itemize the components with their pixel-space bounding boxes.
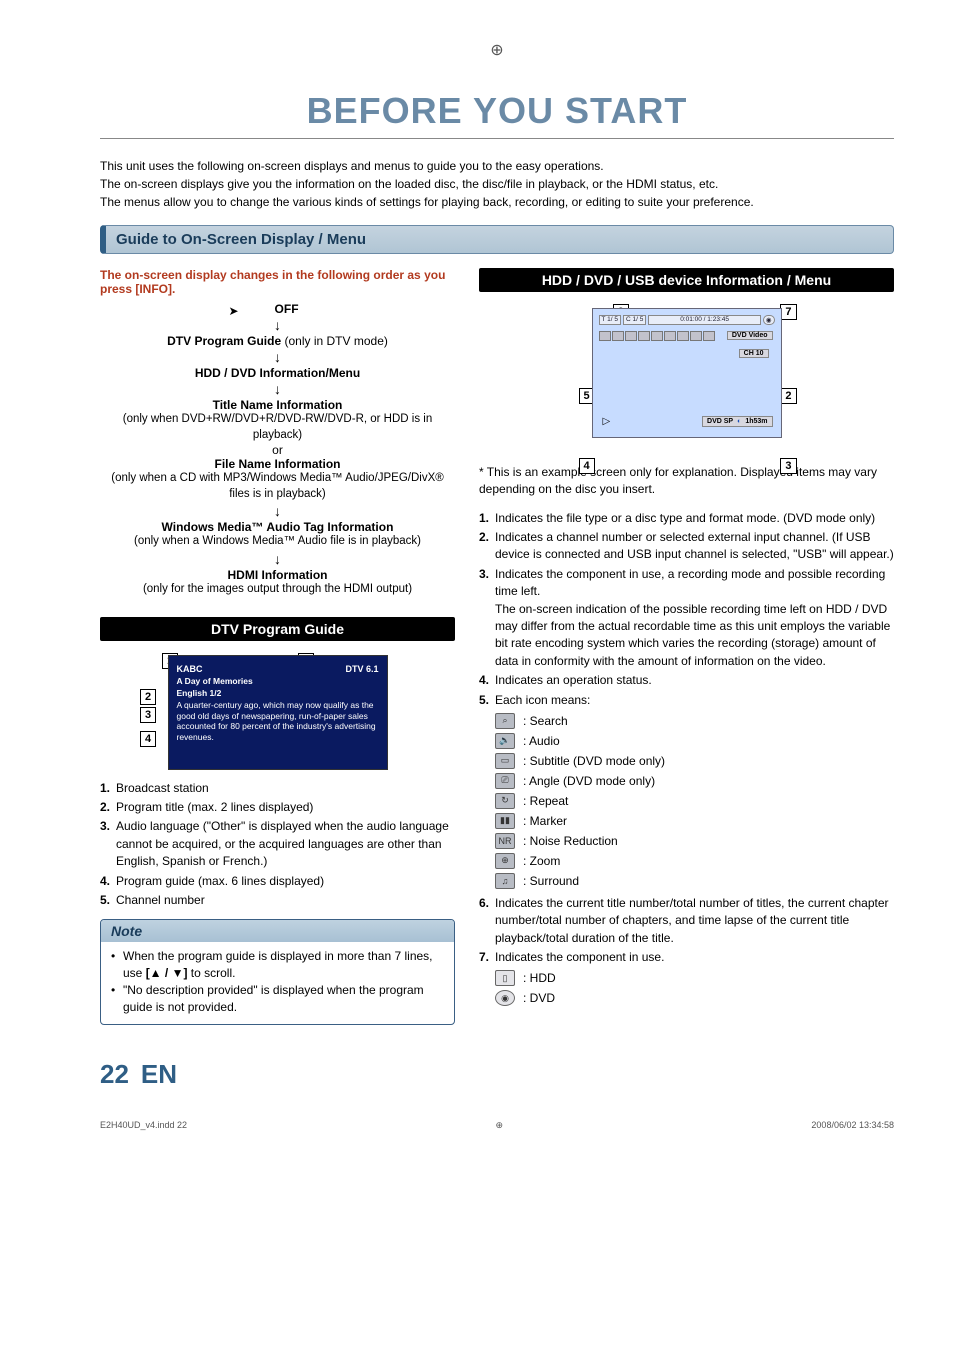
flow-file-name: File Name Information xyxy=(100,457,455,471)
guide-audio-lang: English 1/2 xyxy=(177,688,379,698)
page-title: BEFORE YOU START xyxy=(100,90,894,132)
marker-icon: ▮▮ xyxy=(495,813,515,829)
disc-icon: ◉ xyxy=(763,315,775,325)
right-item-7: Indicates the component in use. xyxy=(495,949,664,966)
print-timestamp: 2008/06/02 13:34:58 xyxy=(811,1120,894,1131)
hdd-icon: ▯ xyxy=(495,970,515,986)
callout-4: 4 xyxy=(140,731,156,747)
osd-note: * This is an example screen only for exp… xyxy=(479,464,894,498)
osd-callout-7: 7 xyxy=(780,304,796,320)
left-lead: The on-screen display changes in the fol… xyxy=(100,268,455,296)
right-item-2: Indicates a channel number or selected e… xyxy=(495,529,894,564)
divider xyxy=(100,138,894,139)
right-item-3: Indicates the component in use, a record… xyxy=(495,566,894,670)
dtv-item-3: Audio language ("Other" is displayed whe… xyxy=(116,818,455,870)
note-heading: Note xyxy=(101,920,454,942)
arrow-down-icon: ↓ xyxy=(100,318,455,332)
intro-line-1: This unit uses the following on-screen d… xyxy=(100,157,894,175)
right-item-4: Indicates an operation status. xyxy=(495,672,652,689)
intro-text: This unit uses the following on-screen d… xyxy=(100,157,894,211)
osd-dvd-video-badge: DVD Video xyxy=(727,331,773,340)
flow-off: OFF xyxy=(275,302,299,316)
flow-hdmi: HDMI Information xyxy=(100,568,455,582)
registration-mark-icon: ⊕ xyxy=(100,40,894,60)
intro-line-3: The menus allow you to change the variou… xyxy=(100,193,894,211)
section-heading: Guide to On-Screen Display / Menu xyxy=(100,225,894,254)
print-file: E2H40UD_v4.indd 22 xyxy=(100,1120,187,1131)
guide-description: A quarter-century ago, which may now qua… xyxy=(177,700,379,743)
flow-file-name-sub: (only when a CD with MP3/Windows Media™ … xyxy=(100,471,455,502)
osd-rec-status: DVD SP ◐ 1h53m xyxy=(702,416,772,427)
page-lang: EN xyxy=(141,1059,177,1090)
dtv-item-2: Program title (max. 2 lines displayed) xyxy=(116,799,313,816)
flow-wma-tag-sub: (only when a Windows Media™ Audio file i… xyxy=(100,534,455,550)
flow-hdd-title: HDD / DVD Information/Menu xyxy=(100,366,455,380)
callout-3: 3 xyxy=(140,707,156,723)
search-icon: ⌕ xyxy=(495,713,515,729)
osd-screenshot: T 1/ 5 C 1/ 5 0:01:00 / 1:23:45 ◉ DVD Vi… xyxy=(592,308,782,438)
page-footer: 22 EN xyxy=(100,1059,894,1090)
osd-time: 0:01:00 / 1:23:45 xyxy=(648,315,760,325)
flow-or: or xyxy=(100,443,455,457)
note-item-2: "No description provided" is displayed w… xyxy=(111,982,444,1016)
zoom-icon: ⊕ xyxy=(495,853,515,869)
flow-hdmi-sub: (only for the images output through the … xyxy=(100,582,455,598)
note-item-1: When the program guide is displayed in m… xyxy=(111,948,444,982)
play-icon: ▷ xyxy=(603,416,611,427)
osd-callout-4: 4 xyxy=(579,458,595,474)
repeat-icon: ↻ xyxy=(495,793,515,809)
osd-icon-row xyxy=(599,331,715,341)
flow-wma-tag: Windows Media™ Audio Tag Information xyxy=(100,520,455,534)
right-item-1: Indicates the file type or a disc type a… xyxy=(495,510,875,527)
intro-line-2: The on-screen displays give you the info… xyxy=(100,175,894,193)
flow-dtv-sub: (only in DTV mode) xyxy=(285,334,388,348)
page-number: 22 xyxy=(100,1059,129,1090)
icon-legend: ⌕: Search 🔊: Audio ▭: Subtitle (DVD mode… xyxy=(479,713,894,889)
dtv-guide-screenshot: KABC DTV 6.1 A Day of Memories English 1… xyxy=(168,655,388,770)
registration-mark-icon: ⊕ xyxy=(495,1120,503,1131)
callout-2: 2 xyxy=(140,689,156,705)
arrow-right-icon: ➤ xyxy=(228,304,238,318)
print-metadata: E2H40UD_v4.indd 22 ⊕ 2008/06/02 13:34:58 xyxy=(100,1120,894,1131)
hdd-info-heading: HDD / DVD / USB device Information / Men… xyxy=(479,268,894,292)
arrow-down-icon: ↓ xyxy=(100,382,455,396)
surround-icon: ♫ xyxy=(495,873,515,889)
dtv-item-1: Broadcast station xyxy=(116,780,209,797)
arrow-down-icon: ↓ xyxy=(100,552,455,566)
right-item-6: Indicates the current title number/total… xyxy=(495,895,894,947)
dtv-item-5: Channel number xyxy=(116,892,205,909)
osd-callout-3: 3 xyxy=(780,458,796,474)
dvd-icon: ◉ xyxy=(495,990,515,1006)
flow-diagram: ➤ OFF ↓ DTV Program Guide (only in DTV m… xyxy=(100,302,455,597)
angle-icon: ⎚ xyxy=(495,773,515,789)
guide-station: KABC xyxy=(177,664,203,674)
flow-title-name-sub: (only when DVD+RW/DVD+R/DVD-RW/DVD-R, or… xyxy=(100,412,455,443)
arrow-down-icon: ↓ xyxy=(100,350,455,364)
flow-title-name: Title Name Information xyxy=(100,398,455,412)
guide-program-title: A Day of Memories xyxy=(177,676,379,686)
audio-icon: 🔊 xyxy=(495,733,515,749)
osd-callout-2: 2 xyxy=(780,388,796,404)
right-item-5: Each icon means: xyxy=(495,692,590,709)
guide-channel: DTV 6.1 xyxy=(345,664,378,674)
note-box: Note When the program guide is displayed… xyxy=(100,919,455,1024)
noise-reduction-icon: NR xyxy=(495,833,515,849)
dtv-item-4: Program guide (max. 6 lines displayed) xyxy=(116,873,324,890)
dtv-list: 1.Broadcast station 2.Program title (max… xyxy=(100,780,455,910)
osd-title-counter: T 1/ 5 xyxy=(599,315,622,325)
flow-dtv-title: DTV Program Guide xyxy=(167,334,281,348)
subtitle-icon: ▭ xyxy=(495,753,515,769)
osd-channel: CH 10 xyxy=(739,349,769,358)
dtv-guide-heading: DTV Program Guide xyxy=(100,617,455,641)
arrow-down-icon: ↓ xyxy=(100,504,455,518)
osd-chapter-counter: C 1/ 5 xyxy=(623,315,646,325)
